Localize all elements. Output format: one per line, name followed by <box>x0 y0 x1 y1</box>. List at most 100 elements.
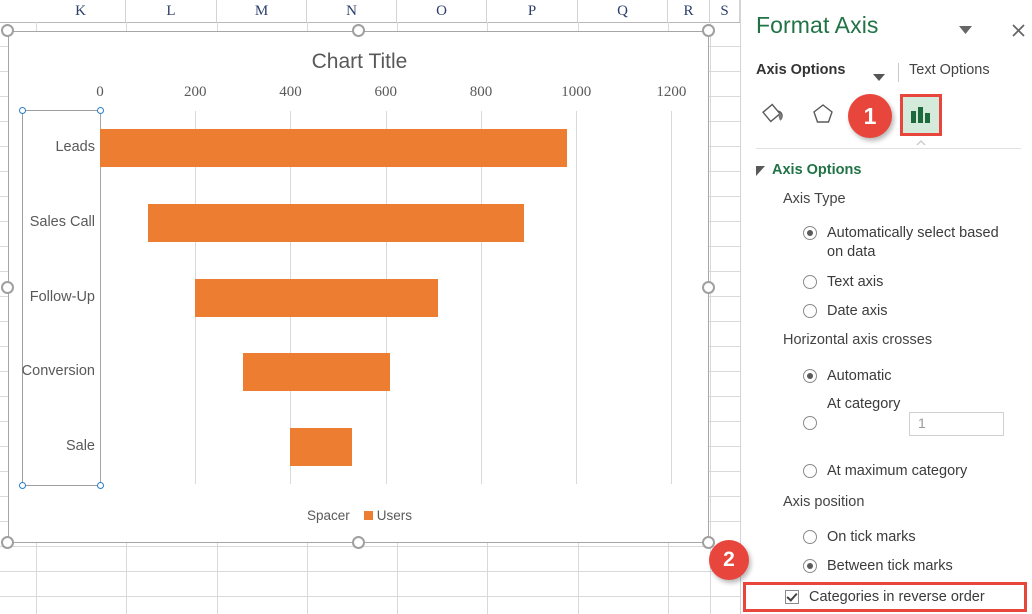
radio-auto-select[interactable]: Automatically select based on data <box>803 224 1012 262</box>
radio-at-category-number[interactable]: At category number <box>803 396 907 430</box>
radio-label: At maximum category <box>827 463 968 479</box>
radio-button[interactable] <box>803 530 817 544</box>
tab-divider <box>898 63 899 82</box>
chart-selection-handle[interactable] <box>702 281 715 294</box>
radio-label: Date axis <box>827 303 888 319</box>
axis-options-icon[interactable] <box>900 94 942 136</box>
bar[interactable] <box>195 278 439 317</box>
radio-button[interactable] <box>803 464 817 478</box>
value-axis-tick-label: 600 <box>374 84 397 100</box>
value-axis-tick-label: 1200 <box>656 84 687 100</box>
selection-handle[interactable] <box>97 107 104 114</box>
chart-selection-handle[interactable] <box>1 536 14 549</box>
effects-icon[interactable] <box>804 95 842 133</box>
value-axis-tick-label: 200 <box>183 84 207 100</box>
axis-options-section-header[interactable]: Axis Options <box>756 162 861 178</box>
gridline <box>671 111 673 484</box>
tab-text-options[interactable]: Text Options <box>909 62 990 78</box>
column-header-q[interactable]: Q <box>578 0 668 22</box>
grid-line <box>0 571 740 572</box>
checkbox-label: Categories in reverse order <box>809 589 985 605</box>
plot-area[interactable]: 0 200 400 600 800 1000 1200 <box>96 84 700 484</box>
column-header-s[interactable]: S <box>710 0 740 22</box>
column-header-p[interactable]: P <box>487 0 578 22</box>
radio-label: Text axis <box>827 274 884 290</box>
category-axis-label: Conversion <box>21 363 95 380</box>
column-header-o[interactable]: O <box>397 0 487 22</box>
selection-handle[interactable] <box>97 482 104 489</box>
pane-title: Format Axis <box>756 12 879 38</box>
bar[interactable] <box>290 427 353 466</box>
pane-divider <box>756 148 1021 149</box>
group-label-axis-position: Axis position <box>783 494 865 510</box>
column-header-n[interactable]: N <box>307 0 397 22</box>
radio-between-tick-marks[interactable]: Between tick marks <box>803 557 953 576</box>
chart-selection-handle[interactable] <box>352 24 365 37</box>
chart-object[interactable]: Chart Title Leads Sales Call Follow-Up Conv… <box>8 31 709 543</box>
radio-date-axis[interactable]: Date axis <box>803 302 887 321</box>
format-axis-pane: Format Axis Axis Options Text Options Ax… <box>740 0 1032 614</box>
chart-selection-handle[interactable] <box>702 24 715 37</box>
category-axis[interactable]: Leads Sales Call Follow-Up Conversion Sale <box>19 107 104 489</box>
pane-tab-row: Axis Options Text Options <box>756 62 1021 84</box>
chart-selection-handle[interactable] <box>1 281 14 294</box>
radio-label: Automatic <box>827 368 892 384</box>
triangle-collapse-icon[interactable] <box>756 166 765 176</box>
column-header-k[interactable]: K <box>36 0 126 22</box>
chart-title[interactable]: Chart Title <box>9 50 710 74</box>
radio-button[interactable] <box>803 416 817 430</box>
bar[interactable] <box>242 353 391 392</box>
fill-and-line-icon[interactable] <box>756 95 794 133</box>
radio-label: At category number <box>827 396 901 412</box>
chevron-down-icon[interactable] <box>873 68 887 81</box>
radio-at-maximum-category[interactable]: At maximum category <box>803 462 967 481</box>
chart-legend[interactable]: Spacer Users <box>9 507 710 523</box>
category-axis-label: Sale <box>65 437 95 454</box>
column-header-r[interactable]: R <box>668 0 710 22</box>
chevron-down-icon[interactable] <box>956 22 974 38</box>
selection-handle[interactable] <box>19 482 26 489</box>
callout-badge-2: 2 <box>709 540 749 580</box>
radio-text-axis[interactable]: Text axis <box>803 273 883 292</box>
radio-label: On tick marks <box>827 529 916 545</box>
value-axis-tick-label: 800 <box>469 84 493 100</box>
legend-label[interactable]: Spacer <box>307 508 350 523</box>
chart-selection-handle[interactable] <box>352 536 365 549</box>
checkbox-categories-in-reverse-order[interactable]: Categories in reverse order <box>785 588 985 607</box>
radio-button[interactable] <box>803 275 817 289</box>
gridline <box>576 111 578 484</box>
radio-automatic[interactable]: Automatic <box>803 367 891 386</box>
radio-on-tick-marks[interactable]: On tick marks <box>803 528 916 547</box>
group-label-horizontal-axis-crosses: Horizontal axis crosses <box>783 332 933 348</box>
radio-label: Between tick marks <box>827 558 953 574</box>
grid-line <box>0 546 740 547</box>
selection-handle[interactable] <box>19 107 26 114</box>
radio-label: Automatically select based on data <box>827 225 999 260</box>
checkbox[interactable] <box>785 590 799 604</box>
tab-axis-options[interactable]: Axis Options <box>756 62 845 78</box>
spreadsheet-grid[interactable]: KLMNOPQRS Chart Title Leads Sales Call Fol… <box>0 0 740 614</box>
radio-button[interactable] <box>803 304 817 318</box>
radio-button[interactable] <box>803 226 817 240</box>
selected-tab-pointer <box>913 136 929 145</box>
chart-selection-handle[interactable] <box>1 24 14 37</box>
value-axis-tick-label: 0 <box>96 84 104 100</box>
radio-button[interactable] <box>803 369 817 383</box>
category-number-input[interactable]: 1 <box>909 412 1004 436</box>
radio-button[interactable] <box>803 559 817 573</box>
legend-label[interactable]: Users <box>377 508 412 523</box>
column-header-m[interactable]: M <box>217 0 307 22</box>
column-header-l[interactable]: L <box>126 0 217 22</box>
legend-swatch <box>363 510 373 520</box>
value-axis-tick-label: 400 <box>279 84 302 100</box>
close-icon[interactable] <box>1008 20 1028 40</box>
grid-line <box>710 22 711 614</box>
category-axis-label: Leads <box>55 139 95 156</box>
callout-badge-1: 1 <box>848 94 892 138</box>
bar[interactable] <box>147 203 524 242</box>
bar[interactable] <box>100 129 567 168</box>
grid-line <box>0 596 740 597</box>
category-axis-label: Follow-Up <box>29 288 95 305</box>
axis-options-section-label: Axis Options <box>772 162 862 178</box>
category-axis-label: Sales Call <box>29 213 95 230</box>
